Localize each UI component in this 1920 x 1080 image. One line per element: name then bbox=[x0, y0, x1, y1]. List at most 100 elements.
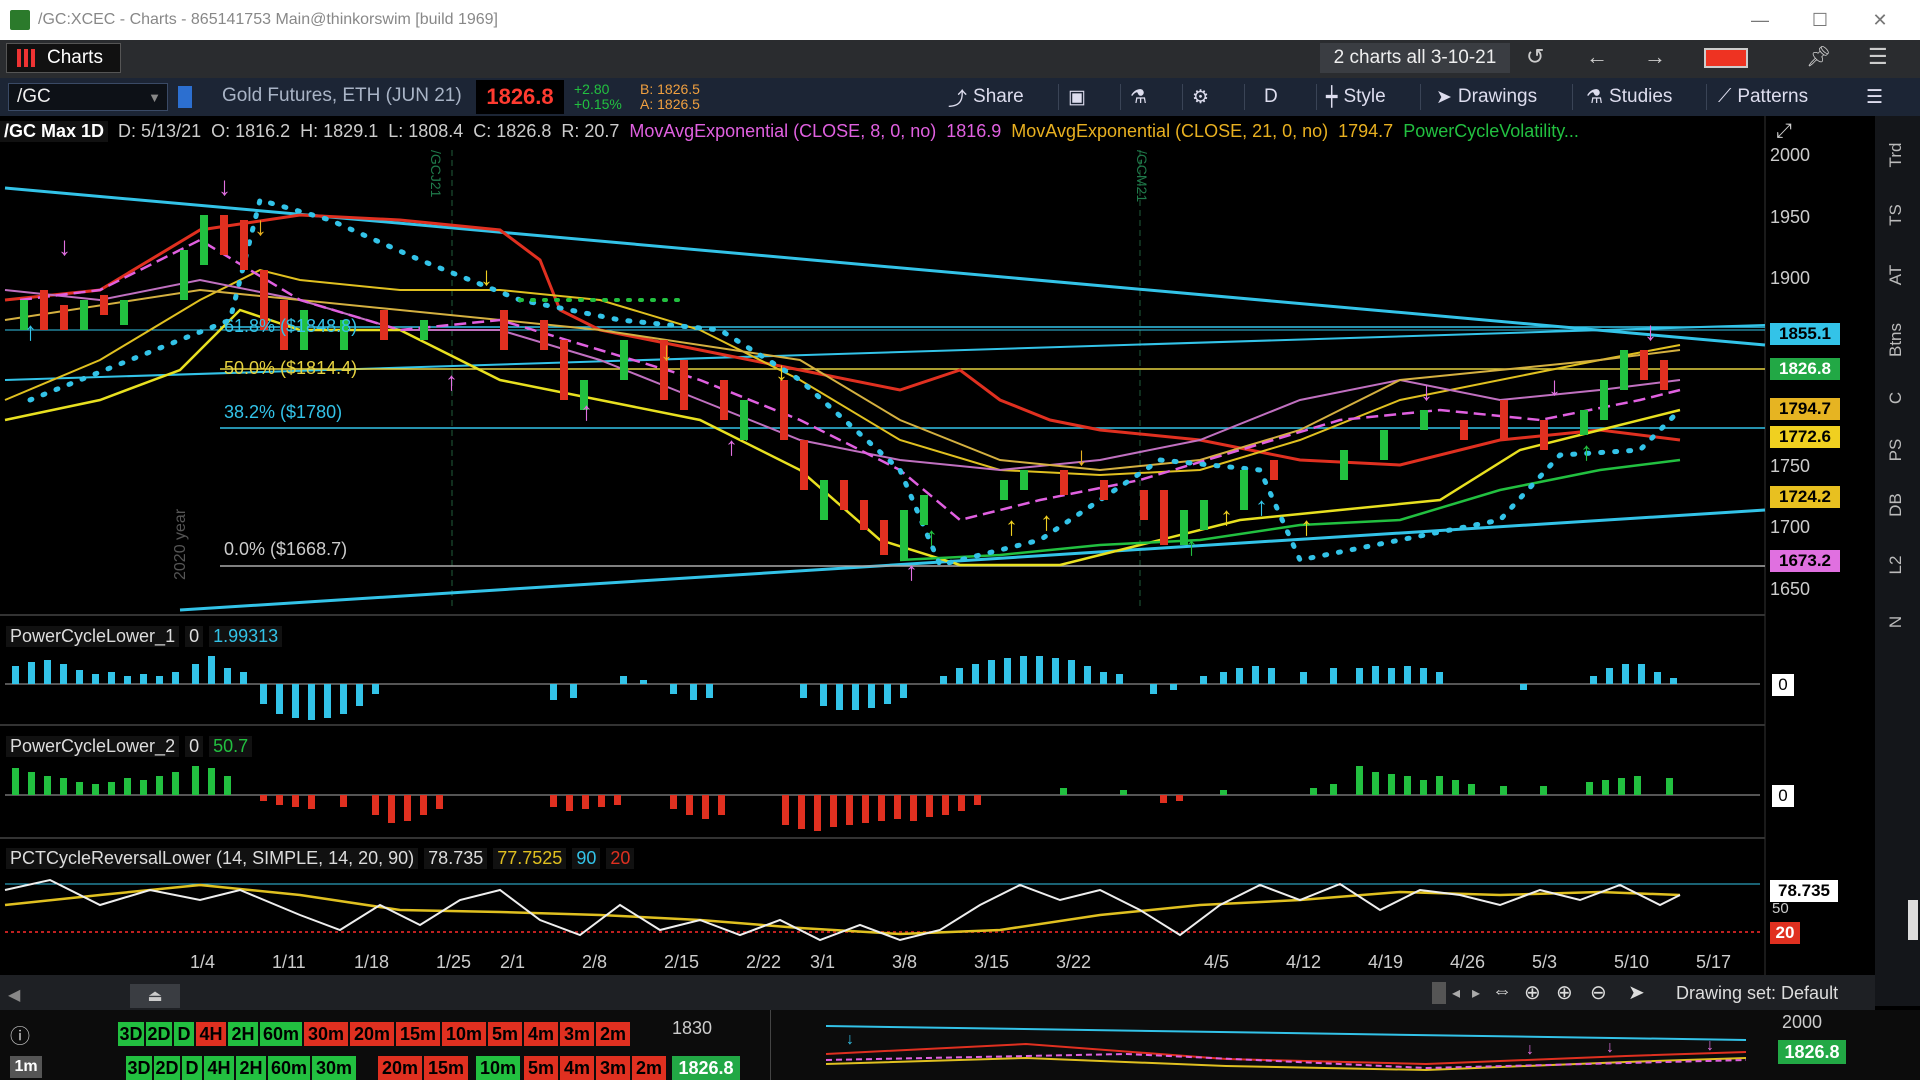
agg-cell[interactable]: 30m bbox=[304, 1022, 348, 1046]
x-axis-label: 5/17 bbox=[1696, 952, 1732, 972]
agg-cell[interactable]: 4H bbox=[196, 1022, 226, 1046]
sidebar-tab-l2[interactable]: L2 bbox=[1886, 547, 1906, 583]
zoom-out-icon[interactable]: ⊖ bbox=[1590, 980, 1607, 1005]
patterns-button[interactable]: ⟋ Patterns bbox=[1718, 82, 1808, 112]
back-arrow-icon[interactable]: ← bbox=[1586, 44, 1608, 70]
agg-cell[interactable]: D bbox=[182, 1056, 202, 1080]
time-scrollbar[interactable] bbox=[1432, 982, 1446, 1004]
sidebar-tab-trd[interactable]: Trd bbox=[1886, 137, 1906, 173]
scroll-right-arrow-icon[interactable]: ▸ bbox=[1472, 983, 1480, 1003]
sidebar-tab-c[interactable]: C bbox=[1886, 380, 1906, 416]
agg-cell[interactable]: 2m bbox=[632, 1056, 666, 1080]
agg-cell[interactable]: 5m bbox=[524, 1056, 558, 1080]
agg-cell[interactable]: 3D bbox=[118, 1022, 144, 1046]
svg-text:↓: ↓ bbox=[58, 231, 71, 261]
agg-cell[interactable]: 2H bbox=[236, 1056, 266, 1080]
sidebar-tab-at[interactable]: AT bbox=[1886, 257, 1906, 293]
y-axis-label: 1900 bbox=[1770, 268, 1811, 288]
x-axis-label: 1/4 bbox=[190, 952, 216, 972]
link-group-icon[interactable] bbox=[178, 86, 192, 108]
scroll-left-icon[interactable]: ◀ bbox=[8, 985, 20, 1005]
symbol-input[interactable]: /GC ▼ bbox=[8, 83, 168, 111]
refresh-icon[interactable]: ↺ bbox=[1526, 44, 1544, 70]
chart-layout-button[interactable]: ▣ bbox=[1068, 82, 1086, 112]
toolbar-menu-button[interactable]: ☰ bbox=[1866, 82, 1883, 112]
agg-cell[interactable]: 2m bbox=[596, 1022, 630, 1046]
agg-cell[interactable]: 5m bbox=[488, 1022, 522, 1046]
agg-cell[interactable]: 10m bbox=[442, 1022, 486, 1046]
crosshair-icon[interactable]: ⊕ bbox=[1524, 980, 1541, 1005]
settings-button[interactable]: ⚙ bbox=[1192, 82, 1209, 112]
fib-50-label: 50.0% ($1814.4) bbox=[224, 358, 358, 378]
minimize-button[interactable]: — bbox=[1730, 0, 1790, 40]
maximize-button[interactable]: ☐ bbox=[1790, 0, 1850, 40]
price-box-low: 1673.2 bbox=[1770, 550, 1840, 572]
patterns-label: Patterns bbox=[1737, 86, 1809, 107]
scroll-left-arrow-icon[interactable]: ◂ bbox=[1452, 983, 1460, 1003]
pointer-icon[interactable]: ➤ bbox=[1628, 980, 1645, 1005]
charts-tab[interactable]: Charts bbox=[6, 43, 121, 73]
expand-icon[interactable]: ⤢ bbox=[1776, 120, 1792, 143]
agg-cell[interactable]: 60m bbox=[260, 1022, 302, 1046]
agg-cell[interactable]: 20m bbox=[350, 1022, 394, 1046]
agg-cell[interactable]: 30m bbox=[312, 1056, 356, 1080]
pcl1-title: PowerCycleLower_1 0 1.99313 bbox=[6, 623, 283, 649]
agg-cell[interactable]: 10m bbox=[476, 1056, 520, 1080]
agg-cell[interactable]: D bbox=[174, 1022, 194, 1046]
chevron-down-icon[interactable]: ▼ bbox=[148, 90, 161, 105]
agg-cell[interactable]: 4m bbox=[524, 1022, 558, 1046]
pcl1-name[interactable]: PowerCycleLower_1 bbox=[6, 625, 180, 647]
pcr-name[interactable]: PCTCycleReversalLower (14, SIMPLE, 14, 2… bbox=[6, 847, 419, 869]
pin-icon[interactable]: 📌︎ bbox=[1806, 44, 1831, 69]
chart-set-selector[interactable]: 2 charts all 3-10-21 bbox=[1320, 43, 1510, 73]
sidebar-tab-db[interactable]: DB bbox=[1886, 487, 1906, 523]
info-icon[interactable]: ⓘ bbox=[10, 1020, 30, 1049]
share-label: Share bbox=[973, 86, 1024, 107]
sidebar-tab-ps[interactable]: PS bbox=[1886, 432, 1906, 468]
sidebar-tab-n[interactable]: N bbox=[1886, 604, 1906, 640]
charts-tab-label: Charts bbox=[47, 47, 103, 68]
sidebar-tab-btns[interactable]: Btns bbox=[1886, 322, 1906, 358]
agg-cell[interactable]: 2H bbox=[228, 1022, 258, 1046]
studies-button[interactable]: ⚗ Studies bbox=[1586, 82, 1672, 112]
close-button[interactable]: ✕ bbox=[1850, 0, 1910, 40]
zoom-horizontal-icon[interactable]: ⇔ bbox=[1492, 980, 1512, 1003]
ema21-label[interactable]: MovAvgExponential (CLOSE, 21, 0, no) bbox=[1011, 121, 1328, 142]
bar-close: C: 1826.8 bbox=[473, 120, 552, 141]
collapse-panel-button[interactable]: ⏏ bbox=[130, 984, 180, 1008]
drawings-button[interactable]: ➤ Drawings bbox=[1436, 82, 1537, 112]
agg-cell[interactable]: 4H bbox=[204, 1056, 234, 1080]
aggregation-button[interactable]: D bbox=[1264, 82, 1278, 112]
power-cycle-volatility-label[interactable]: PowerCycleVolatility... bbox=[1403, 121, 1579, 142]
svg-text:↑: ↑ bbox=[1185, 531, 1198, 561]
share-button[interactable]: ⤴ Share bbox=[948, 82, 1024, 112]
agg-cell[interactable]: 3m bbox=[560, 1022, 594, 1046]
bar-low: L: 1808.4 bbox=[388, 120, 464, 141]
layout-color-icon[interactable] bbox=[1704, 48, 1748, 68]
thinkorswim-logo-icon bbox=[10, 10, 30, 30]
pcl1-zero-box: 0 bbox=[1772, 674, 1794, 696]
drawing-set-selector[interactable]: Drawing set: Default bbox=[1676, 983, 1838, 1004]
flask-button[interactable]: ⚗ bbox=[1130, 82, 1147, 112]
agg-cell[interactable]: 2D bbox=[146, 1022, 172, 1046]
sidebar-tab-ts[interactable]: TS bbox=[1886, 197, 1906, 233]
agg-cell[interactable]: 15m bbox=[396, 1022, 440, 1046]
pcl2-name[interactable]: PowerCycleLower_2 bbox=[6, 735, 180, 757]
chart-area[interactable]: ↓ ↓ ↓ ↓ ↓ ↓ ↑ ↑ ↑ ↑ ↑ ↑ ↑ ↑ ↑ ↓ ↑ ↑ ↑ ↑ ↓ ↓ ↑ ↓ bbox=[0, 116, 1875, 1006]
bar-high: H: 1829.1 bbox=[300, 120, 379, 141]
style-button[interactable]: ┿ Style bbox=[1326, 82, 1386, 112]
agg-cell[interactable]: 3D bbox=[126, 1056, 152, 1080]
pcl2-n: 0 bbox=[185, 735, 204, 757]
agg-cell[interactable]: 3m bbox=[596, 1056, 630, 1080]
agg-cell[interactable]: 2D bbox=[154, 1056, 180, 1080]
sidebar-scrollbar[interactable] bbox=[1908, 900, 1918, 940]
forward-arrow-icon[interactable]: → bbox=[1644, 44, 1666, 70]
ema8-label[interactable]: MovAvgExponential (CLOSE, 8, 0, no) bbox=[629, 121, 936, 142]
agg-cell[interactable]: 4m bbox=[560, 1056, 594, 1080]
mini-aggregation-label[interactable]: 1m bbox=[10, 1056, 42, 1078]
menu-icon[interactable]: ☰ bbox=[1868, 44, 1888, 70]
agg-cell[interactable]: 60m bbox=[268, 1056, 310, 1080]
zoom-in-icon[interactable]: ⊕ bbox=[1556, 980, 1573, 1005]
agg-cell[interactable]: 20m bbox=[378, 1056, 422, 1080]
agg-cell[interactable]: 15m bbox=[424, 1056, 468, 1080]
